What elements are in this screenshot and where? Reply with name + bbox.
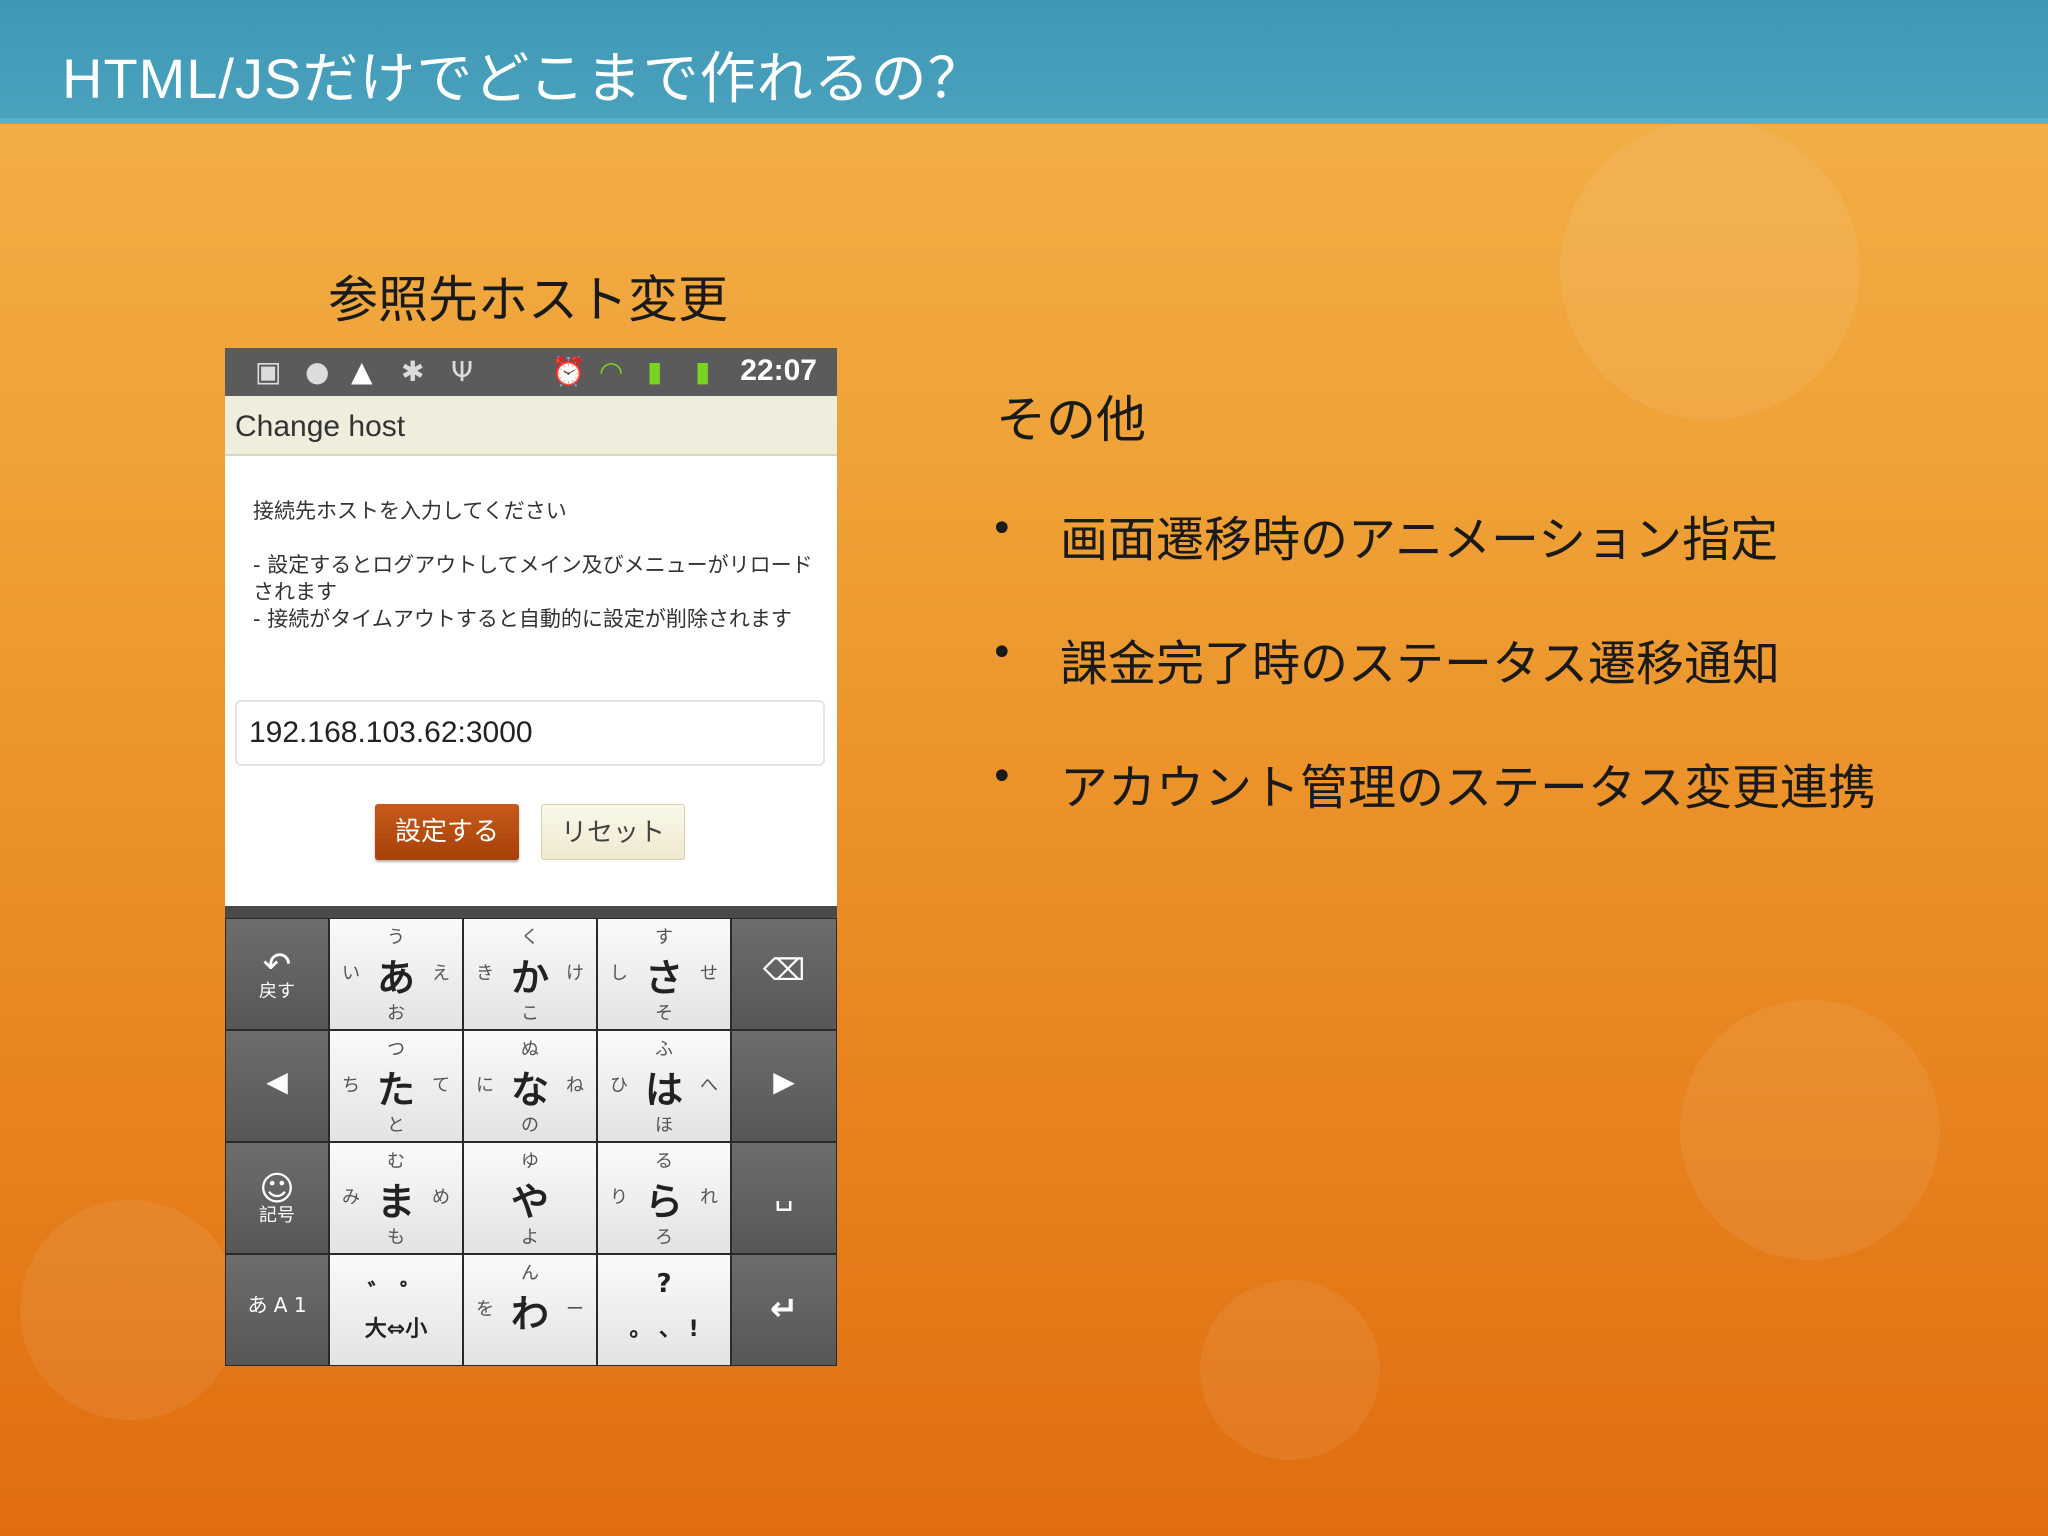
enter-icon: ↵	[769, 1289, 799, 1329]
status-bar: ▣ ● ▲ ✱ Ψ ⏰ ◠ ▮ ▮ 22:07	[225, 348, 837, 396]
host-input[interactable]: 192.168.103.62:3000	[235, 700, 825, 766]
flick-keyboard: ↶ 戻す う い あ え お く き か け こ す し さ せ そ ⌫ ◀ つ…	[225, 906, 837, 1366]
background-flower	[1680, 1000, 1940, 1260]
bullet-icon: •	[990, 630, 1014, 676]
alarm-icon: ⏰	[551, 355, 586, 388]
space-key[interactable]: ␣	[731, 1142, 837, 1254]
set-button[interactable]: 設定する	[375, 804, 519, 860]
emoji-symbol-key[interactable]: ☺ 記号	[225, 1142, 329, 1254]
backspace-key[interactable]: ⌫	[731, 918, 837, 1030]
back-key[interactable]: ↶ 戻す	[225, 918, 329, 1030]
screenshot-caption: 参照先ホスト変更	[328, 271, 728, 329]
key-ka[interactable]: く き か け こ	[463, 918, 597, 1030]
battery-icon: ▮	[695, 355, 711, 388]
space-icon: ␣	[774, 1177, 794, 1212]
enter-key[interactable]: ↵	[731, 1254, 837, 1366]
dialog-title: Change host	[235, 410, 406, 443]
status-time: 22:07	[740, 354, 817, 387]
input-mode-key[interactable]: あ A 1	[225, 1254, 329, 1366]
cursor-left-key[interactable]: ◀	[225, 1030, 329, 1142]
other-heading: その他	[996, 391, 1146, 449]
background-flower	[1200, 1280, 1380, 1460]
key-a[interactable]: う い あ え お	[329, 918, 463, 1030]
list-item: • 画面遷移時のアニメーション指定	[990, 506, 1779, 568]
bullet-icon: •	[990, 754, 1014, 800]
list-item: • 課金完了時のステータス遷移通知	[990, 630, 1781, 692]
dialog-message-note-logout: - 設定するとログアウトしてメイン及びメニューがリロードされます	[253, 553, 813, 604]
feature-list: • 画面遷移時のアニメーション指定 • 課金完了時のステータス遷移通知 • アカ…	[990, 500, 2030, 872]
sim-icon: ▣	[255, 355, 282, 388]
list-item: • アカウント管理のステータス変更連携	[990, 754, 1877, 816]
reset-button[interactable]: リセット	[541, 804, 685, 860]
key-ha[interactable]: ふ ひ は へ ほ	[597, 1030, 731, 1142]
info-icon: ●	[305, 355, 330, 388]
dialog-message-note-timeout: - 接続がタイムアウトすると自動的に設定が削除されます	[253, 607, 792, 631]
background-flower	[20, 1200, 240, 1420]
arrow-right-icon: ▶	[773, 1065, 795, 1098]
usb-icon: Ψ	[451, 355, 474, 388]
slide-title: HTML/JSだけでどこまで作れるの？	[62, 47, 985, 110]
key-ra[interactable]: る り ら れ ろ	[597, 1142, 731, 1254]
warning-icon: ▲	[351, 355, 373, 388]
backspace-icon: ⌫	[762, 953, 806, 988]
key-ta[interactable]: つ ち た て と	[329, 1030, 463, 1142]
key-wa[interactable]: ん を わ ー	[463, 1254, 597, 1366]
key-sa[interactable]: す し さ せ そ	[597, 918, 731, 1030]
slide-header: HTML/JSだけでどこまで作れるの？	[0, 0, 2048, 124]
dakuten-key[interactable]: ゛ ゜ 大⇔小	[329, 1254, 463, 1366]
arrow-left-icon: ◀	[266, 1065, 288, 1098]
key-ya[interactable]: ゆ や よ	[463, 1142, 597, 1254]
key-ma[interactable]: む み ま め も	[329, 1142, 463, 1254]
punctuation-key[interactable]: ? 。 、 !	[597, 1254, 731, 1366]
cursor-right-key[interactable]: ▶	[731, 1030, 837, 1142]
key-na[interactable]: ぬ に な ね の	[463, 1030, 597, 1142]
background-flower	[1560, 120, 1860, 420]
signal-icon: ▮	[647, 355, 663, 388]
wifi-icon: ◠	[599, 355, 624, 388]
phone-screenshot: ▣ ● ▲ ✱ Ψ ⏰ ◠ ▮ ▮ 22:07 Change host 接続先ホ…	[225, 348, 837, 1366]
dialog-message-instruction: 接続先ホストを入力してください	[253, 499, 567, 523]
dialog-titlebar: Change host	[225, 396, 837, 456]
android-icon: ✱	[401, 355, 425, 388]
bullet-icon: •	[990, 506, 1014, 552]
